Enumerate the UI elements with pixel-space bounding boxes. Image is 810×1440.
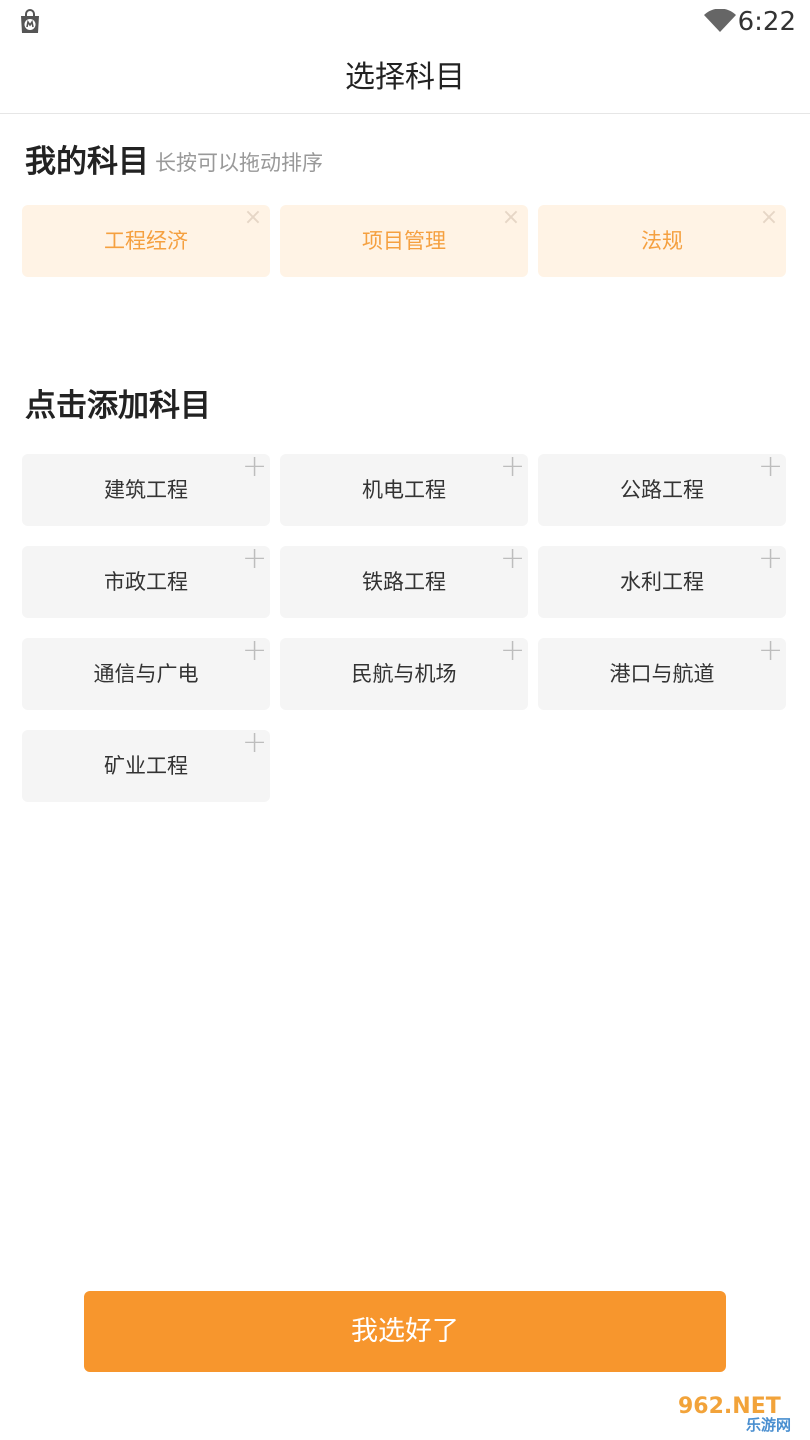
my-subject-chip[interactable]: 工程经济 ×: [22, 205, 270, 277]
my-subjects-hint: 长按可以拖动排序: [155, 151, 323, 175]
add-icon[interactable]: +: [500, 452, 525, 482]
wifi-icon: [704, 9, 736, 32]
chip-label: 水利工程: [620, 570, 704, 594]
add-icon[interactable]: +: [242, 636, 267, 666]
available-subject-chip[interactable]: 公路工程 +: [538, 452, 786, 526]
chip-label: 项目管理: [362, 229, 446, 253]
available-subject-chip[interactable]: 机电工程 +: [280, 452, 528, 526]
watermark-logo: 962.NET 乐游网: [670, 1393, 806, 1434]
available-subject-chip[interactable]: 水利工程 +: [538, 544, 786, 618]
add-icon[interactable]: +: [758, 544, 783, 574]
chip-label: 市政工程: [104, 570, 188, 594]
available-subject-chip[interactable]: 通信与广电 +: [22, 636, 270, 710]
my-subject-chip[interactable]: 法规 ×: [538, 205, 786, 277]
add-icon[interactable]: +: [758, 636, 783, 666]
add-icon[interactable]: +: [242, 544, 267, 574]
chip-label: 民航与机场: [351, 662, 457, 686]
remove-icon[interactable]: ×: [242, 207, 264, 229]
chip-label: 铁路工程: [362, 570, 446, 594]
available-subject-chip[interactable]: 建筑工程 +: [22, 452, 270, 526]
chip-label: 矿业工程: [104, 754, 188, 778]
chip-label: 机电工程: [362, 478, 446, 502]
add-icon[interactable]: +: [500, 544, 525, 574]
status-bar: 6:22: [0, 0, 810, 44]
available-subject-chip[interactable]: 铁路工程 +: [280, 544, 528, 618]
status-time: 6:22: [737, 7, 796, 37]
page-title: 选择科目: [345, 60, 465, 95]
add-icon[interactable]: +: [242, 452, 267, 482]
add-subjects-title: 点击添加科目: [25, 388, 211, 424]
page-header: 选择科目: [0, 44, 810, 114]
chip-label: 公路工程: [620, 478, 704, 502]
remove-icon[interactable]: ×: [500, 207, 522, 229]
my-subject-chip[interactable]: 项目管理 ×: [280, 205, 528, 277]
my-subjects-title: 我的科目: [25, 144, 149, 180]
chip-label: 建筑工程: [104, 478, 188, 502]
add-icon[interactable]: +: [758, 452, 783, 482]
remove-icon[interactable]: ×: [758, 207, 780, 229]
chip-label: 法规: [641, 229, 683, 253]
available-subject-chip[interactable]: 民航与机场 +: [280, 636, 528, 710]
watermark-text-bottom: 乐游网: [746, 1416, 791, 1434]
confirm-button[interactable]: 我选好了: [84, 1291, 726, 1372]
app-store-icon: [21, 9, 39, 33]
chip-label: 通信与广电: [93, 662, 199, 686]
available-subject-chip[interactable]: 市政工程 +: [22, 544, 270, 618]
add-icon[interactable]: +: [500, 636, 525, 666]
available-subject-chip[interactable]: 港口与航道 +: [538, 636, 786, 710]
chip-label: 工程经济: [104, 229, 188, 253]
available-subject-chip[interactable]: 矿业工程 +: [22, 728, 270, 802]
add-icon[interactable]: +: [242, 728, 267, 758]
chip-label: 港口与航道: [609, 662, 715, 686]
